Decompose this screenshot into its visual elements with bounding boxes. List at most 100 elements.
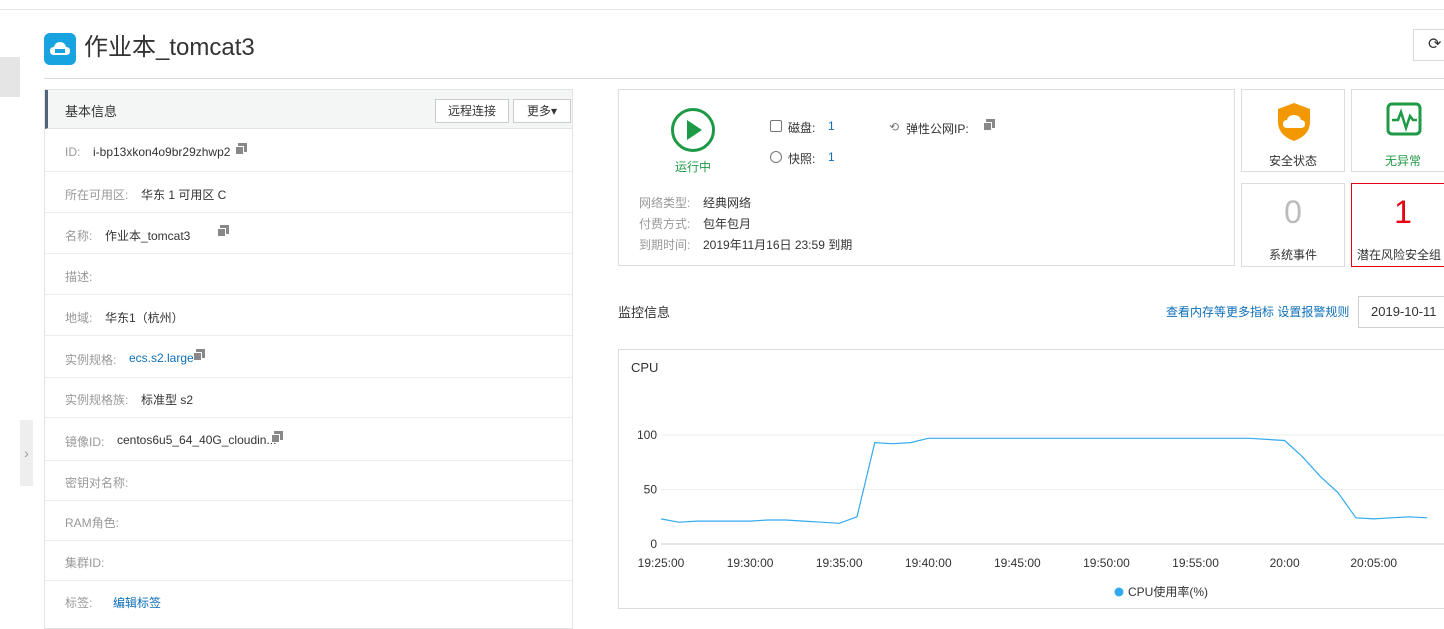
basic-info-panel: 基本信息 远程连接 更多▾ ID: i-bp13xkon4o9br29zhwp2…: [44, 89, 573, 629]
eip-link-icon: ⟲: [889, 120, 900, 134]
system-events-tile[interactable]: 0 系统事件: [1241, 183, 1345, 267]
info-row-tags: 标签: 编辑标签: [45, 581, 572, 621]
info-row-instance-family: 实例规格族: 标准型 s2: [45, 378, 572, 418]
description-label: 描述:: [65, 270, 93, 284]
copy-icon[interactable]: [983, 119, 995, 131]
x-tick-label: 19:30:00: [727, 556, 774, 570]
date-picker[interactable]: 2019-10-11: [1358, 296, 1444, 328]
monitor-links[interactable]: 查看内存等更多指标 设置报警规则: [1166, 303, 1349, 320]
security-status-label: 安全状态: [1268, 154, 1317, 168]
network-type-label: 网络类型:: [639, 196, 691, 210]
info-row-name: 名称: 作业本_tomcat3: [45, 213, 572, 254]
more-dropdown-button[interactable]: 更多▾: [513, 99, 571, 123]
x-tick-label: 20:00: [1270, 556, 1300, 570]
series-line-cpu: [660, 437, 1428, 524]
instance-status-card: 运行中 磁盘: 1 快照: 1 ⟲ 弹性公网IP: 网络类型: 经典网络 付费方…: [618, 89, 1235, 266]
expire-time-label: 到期时间:: [639, 238, 691, 252]
copy-icon[interactable]: [193, 349, 205, 361]
x-tick-label: 20:05:00: [1350, 556, 1397, 570]
title-divider: [44, 78, 1444, 79]
info-row-region: 地域: 华东1（杭州）: [45, 295, 572, 336]
remote-connect-button[interactable]: 远程连接: [435, 99, 509, 123]
x-tick-label: 19:50:00: [1083, 556, 1130, 570]
billing-method-value: 包年包月: [703, 217, 752, 231]
system-events-count: 0: [1284, 194, 1302, 230]
expire-time-value: 2019年11月16日 23:59 到期: [703, 238, 853, 252]
chevron-right-icon: ›: [24, 445, 29, 461]
risk-security-group-label: 潜在风险安全组: [1356, 248, 1441, 262]
health-status-tile[interactable]: 无异常: [1351, 89, 1444, 172]
info-row-cluster-id: 集群ID:: [45, 541, 572, 581]
keypair-label: 密钥对名称:: [65, 476, 129, 490]
system-events-label: 系统事件: [1268, 248, 1317, 262]
tags-label: 标签:: [65, 596, 93, 610]
shield-cloud-icon: [1278, 103, 1310, 141]
running-status-label: 运行中: [675, 160, 712, 174]
snapshot-label: 快照:: [788, 152, 816, 166]
id-label: ID:: [65, 145, 81, 159]
zone-value: 华东 1 可用区 C: [141, 188, 227, 202]
ecs-cloud-icon: [44, 33, 76, 65]
eip-label: 弹性公网IP:: [906, 122, 969, 136]
id-value: i-bp13xkon4o9br29zhwp2: [93, 145, 231, 159]
info-row-description: 描述:: [45, 254, 572, 295]
disk-label: 磁盘:: [788, 121, 816, 135]
info-row-image-id: 镜像ID: centos6u5_64_40G_cloudin...: [45, 418, 572, 461]
disk-count-link[interactable]: 1: [828, 119, 835, 133]
info-row-ram-role: RAM角色:: [45, 501, 572, 541]
billing-method-label: 付费方式:: [639, 217, 691, 231]
info-row-keypair: 密钥对名称:: [45, 461, 572, 501]
name-label: 名称:: [65, 229, 93, 243]
instance-family-label: 实例规格族:: [65, 393, 129, 407]
instance-family-value: 标准型 s2: [141, 393, 194, 407]
region-value: 华东1（杭州）: [105, 311, 184, 325]
ram-role-label: RAM角色:: [65, 516, 120, 530]
instance-type-label: 实例规格:: [65, 353, 117, 367]
left-nav-tab[interactable]: [0, 57, 20, 97]
copy-icon[interactable]: [235, 143, 247, 155]
y-tick-label: 0: [650, 537, 657, 551]
basic-info-header: 基本信息 远程连接 更多▾: [45, 90, 572, 129]
edit-tags-link[interactable]: 编辑标签: [113, 594, 161, 611]
cpu-chart: CPU 0 50 100 19:25:00 19:30:00 19:35:00 19:40:0…: [631, 360, 1444, 599]
instance-type-link[interactable]: ecs.s2.large: [129, 351, 194, 365]
x-tick-label: 19:55:00: [1172, 556, 1219, 570]
region-label: 地域:: [65, 311, 93, 325]
cluster-id-label: 集群ID:: [65, 556, 105, 570]
image-id-value: centos6u5_64_40G_cloudin...: [117, 433, 277, 447]
info-row-instance-type: 实例规格: ecs.s2.large: [45, 336, 572, 378]
x-tick-label: 19:25:00: [638, 556, 685, 570]
x-tick-label: 19:40:00: [905, 556, 952, 570]
copy-icon[interactable]: [271, 431, 283, 443]
network-type-value: 经典网络: [703, 196, 752, 210]
page-title: 作业本_tomcat3: [84, 34, 255, 61]
security-status-tile[interactable]: 安全状态: [1241, 89, 1345, 172]
disk-icon: [770, 120, 782, 132]
legend-label: CPU使用率(%): [1128, 584, 1208, 599]
refresh-icon: ⟳: [1428, 36, 1442, 53]
y-tick-label: 100: [637, 428, 657, 442]
monitor-title: 监控信息: [618, 305, 671, 320]
top-bar: [0, 0, 1444, 10]
refresh-button[interactable]: ⟳: [1413, 29, 1444, 61]
chart-title: CPU: [631, 360, 658, 375]
risk-count: 1: [1394, 194, 1412, 230]
x-tick-label: 19:45:00: [994, 556, 1041, 570]
info-row-zone: 所在可用区: 华东 1 可用区 C: [45, 172, 572, 213]
edit-name-icon[interactable]: [217, 225, 229, 237]
sidebar-collapse-handle[interactable]: ›: [20, 420, 33, 486]
cpu-chart-panel: CPU 0 50 100 19:25:00 19:30:00 19:35:00 19:40:0…: [618, 349, 1444, 609]
image-id-label: 镜像ID:: [65, 435, 105, 449]
legend-marker: [1114, 587, 1124, 597]
snapshot-icon: [770, 151, 782, 163]
zone-label: 所在可用区:: [65, 188, 129, 202]
no-anomaly-label: 无异常: [1384, 154, 1421, 168]
risk-security-group-tile[interactable]: 1 潜在风险安全组: [1351, 183, 1444, 267]
x-tick-label: 19:35:00: [816, 556, 863, 570]
info-row-id: ID: i-bp13xkon4o9br29zhwp2: [45, 130, 572, 172]
name-value: 作业本_tomcat3: [105, 229, 191, 243]
heartbeat-monitor-icon: [1386, 102, 1422, 136]
running-play-icon: [671, 108, 715, 152]
y-tick-label: 50: [644, 483, 658, 497]
snapshot-count-link[interactable]: 1: [828, 150, 835, 164]
